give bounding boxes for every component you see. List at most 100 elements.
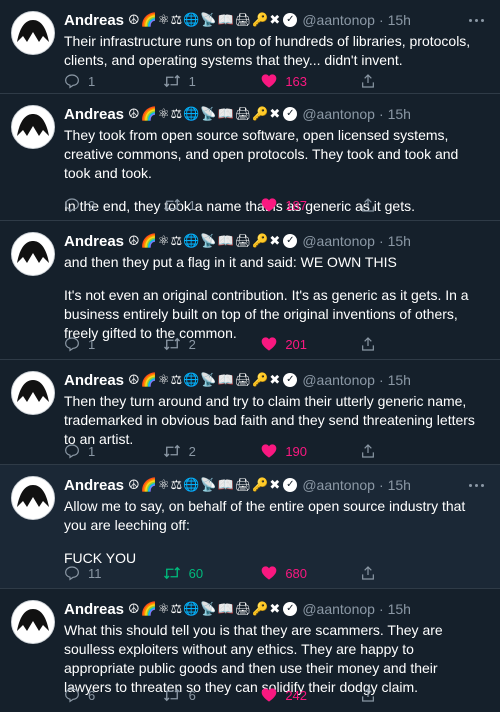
author-handle[interactable]: @aantonop bbox=[302, 601, 375, 617]
verified-icon: ✓ bbox=[283, 478, 298, 492]
heart-icon bbox=[261, 444, 277, 458]
like-count: 680 bbox=[285, 565, 308, 581]
name-emoji: ☮🌈⚛⚖🌐📡📖🖨🔑✖ bbox=[128, 106, 282, 122]
avatar[interactable] bbox=[11, 105, 55, 149]
retweet-button[interactable]: 1 bbox=[163, 73, 223, 89]
author-handle[interactable]: @aantonop bbox=[302, 372, 375, 388]
avatar[interactable] bbox=[11, 600, 55, 644]
like-button[interactable]: 242 bbox=[261, 687, 321, 703]
author-handle[interactable]: @aantonop bbox=[302, 233, 375, 249]
heart-icon bbox=[261, 74, 277, 88]
timestamp[interactable]: 15h bbox=[388, 12, 411, 28]
share-icon bbox=[362, 444, 374, 458]
verified-icon: ✓ bbox=[283, 234, 298, 248]
author-handle[interactable]: @aantonop bbox=[302, 106, 375, 122]
verified-icon: ✓ bbox=[283, 13, 298, 27]
like-button[interactable]: 187 bbox=[261, 197, 321, 213]
separator-dot: · bbox=[378, 12, 384, 28]
retweet-count: 1 bbox=[188, 197, 196, 213]
reply-button[interactable]: 1 bbox=[64, 73, 124, 89]
reply-button[interactable]: 2 bbox=[64, 197, 124, 213]
retweet-count: 2 bbox=[188, 336, 196, 352]
author-name[interactable]: Andreas bbox=[64, 233, 124, 250]
share-button[interactable] bbox=[360, 197, 420, 213]
retweet-count: 2 bbox=[188, 443, 196, 459]
timestamp[interactable]: 15h bbox=[388, 601, 411, 617]
reply-count: 2 bbox=[88, 197, 96, 213]
retweet-icon bbox=[163, 688, 180, 702]
name-emoji: ☮🌈⚛⚖🌐📡📖🖨🔑✖ bbox=[128, 233, 282, 249]
reply-icon bbox=[65, 688, 79, 703]
like-button[interactable]: 680 bbox=[261, 565, 321, 581]
share-button[interactable] bbox=[360, 565, 420, 581]
author-name[interactable]: Andreas bbox=[64, 372, 124, 389]
like-button[interactable]: 190 bbox=[261, 443, 321, 459]
more-icon[interactable] bbox=[469, 18, 486, 22]
tweet[interactable]: Andreas ☮🌈⚛⚖🌐📡📖🖨🔑✖ ✓ @aantonop · 15h All… bbox=[0, 465, 500, 589]
timestamp[interactable]: 15h bbox=[388, 477, 411, 493]
retweet-button[interactable]: 1 bbox=[163, 197, 223, 213]
name-emoji: ☮🌈⚛⚖🌐📡📖🖨🔑✖ bbox=[128, 601, 282, 617]
author-name[interactable]: Andreas bbox=[64, 12, 124, 29]
retweet-button[interactable]: 60 bbox=[163, 565, 223, 581]
tweet-actions: 2 1 187 bbox=[64, 195, 420, 215]
heart-icon bbox=[261, 337, 277, 351]
avatar[interactable] bbox=[11, 371, 55, 415]
tweet[interactable]: Andreas ☮🌈⚛⚖🌐📡📖🖨🔑✖ ✓ @aantonop · 15h The… bbox=[0, 360, 500, 465]
retweet-count: 60 bbox=[188, 565, 204, 581]
more-icon[interactable] bbox=[469, 483, 486, 487]
verified-icon: ✓ bbox=[283, 602, 298, 616]
reply-button[interactable]: 11 bbox=[64, 565, 124, 581]
avatar[interactable] bbox=[11, 11, 55, 55]
reply-button[interactable]: 6 bbox=[64, 687, 124, 703]
separator-dot: · bbox=[378, 106, 384, 122]
separator-dot: · bbox=[378, 601, 384, 617]
tweet-actions: 1 2 190 bbox=[64, 441, 420, 461]
tweet[interactable]: Andreas ☮🌈⚛⚖🌐📡📖🖨🔑✖ ✓ @aantonop · 15h Wha… bbox=[0, 589, 500, 712]
reply-icon bbox=[65, 337, 79, 352]
retweet-button[interactable]: 2 bbox=[163, 336, 223, 352]
avatar[interactable] bbox=[11, 232, 55, 276]
timestamp[interactable]: 15h bbox=[388, 233, 411, 249]
like-button[interactable]: 163 bbox=[261, 73, 321, 89]
timestamp[interactable]: 15h bbox=[388, 372, 411, 388]
author-handle[interactable]: @aantonop bbox=[302, 12, 375, 28]
share-icon bbox=[362, 566, 374, 580]
reply-icon bbox=[65, 198, 79, 213]
like-count: 163 bbox=[285, 73, 308, 89]
share-button[interactable] bbox=[360, 687, 420, 703]
reply-count: 1 bbox=[88, 443, 96, 459]
tweet[interactable]: Andreas ☮🌈⚛⚖🌐📡📖🖨🔑✖ ✓ @aantonop · 15h The… bbox=[0, 0, 500, 94]
retweet-icon bbox=[163, 566, 180, 580]
reply-count: 1 bbox=[88, 73, 96, 89]
share-icon bbox=[362, 74, 374, 88]
retweet-button[interactable]: 2 bbox=[163, 443, 223, 459]
verified-icon: ✓ bbox=[283, 107, 298, 121]
author-name[interactable]: Andreas bbox=[64, 477, 124, 494]
retweet-count: 1 bbox=[188, 73, 196, 89]
share-button[interactable] bbox=[360, 443, 420, 459]
tweet[interactable]: Andreas ☮🌈⚛⚖🌐📡📖🖨🔑✖ ✓ @aantonop · 15h The… bbox=[0, 94, 500, 221]
name-emoji: ☮🌈⚛⚖🌐📡📖🖨🔑✖ bbox=[128, 477, 282, 493]
avatar[interactable] bbox=[11, 476, 55, 520]
share-button[interactable] bbox=[360, 73, 420, 89]
tweet-actions: 1 2 201 bbox=[64, 334, 420, 354]
tweet[interactable]: Andreas ☮🌈⚛⚖🌐📡📖🖨🔑✖ ✓ @aantonop · 15h and… bbox=[0, 221, 500, 360]
timestamp[interactable]: 15h bbox=[388, 106, 411, 122]
share-button[interactable] bbox=[360, 336, 420, 352]
reply-count: 11 bbox=[88, 565, 102, 581]
name-emoji: ☮🌈⚛⚖🌐📡📖🖨🔑✖ bbox=[128, 12, 282, 28]
like-button[interactable]: 201 bbox=[261, 336, 321, 352]
separator-dot: · bbox=[378, 233, 384, 249]
author-name[interactable]: Andreas bbox=[64, 106, 124, 123]
retweet-button[interactable]: 6 bbox=[163, 687, 223, 703]
tweet-text: Allow me to say, on behalf of the entire… bbox=[64, 498, 466, 566]
name-emoji: ☮🌈⚛⚖🌐📡📖🖨🔑✖ bbox=[128, 372, 282, 388]
reply-button[interactable]: 1 bbox=[64, 443, 124, 459]
reply-button[interactable]: 1 bbox=[64, 336, 124, 352]
tweet-actions: 1 1 163 bbox=[64, 71, 420, 91]
share-icon bbox=[362, 198, 374, 212]
author-name[interactable]: Andreas bbox=[64, 601, 124, 618]
heart-icon bbox=[261, 688, 277, 702]
author-handle[interactable]: @aantonop bbox=[302, 477, 375, 493]
